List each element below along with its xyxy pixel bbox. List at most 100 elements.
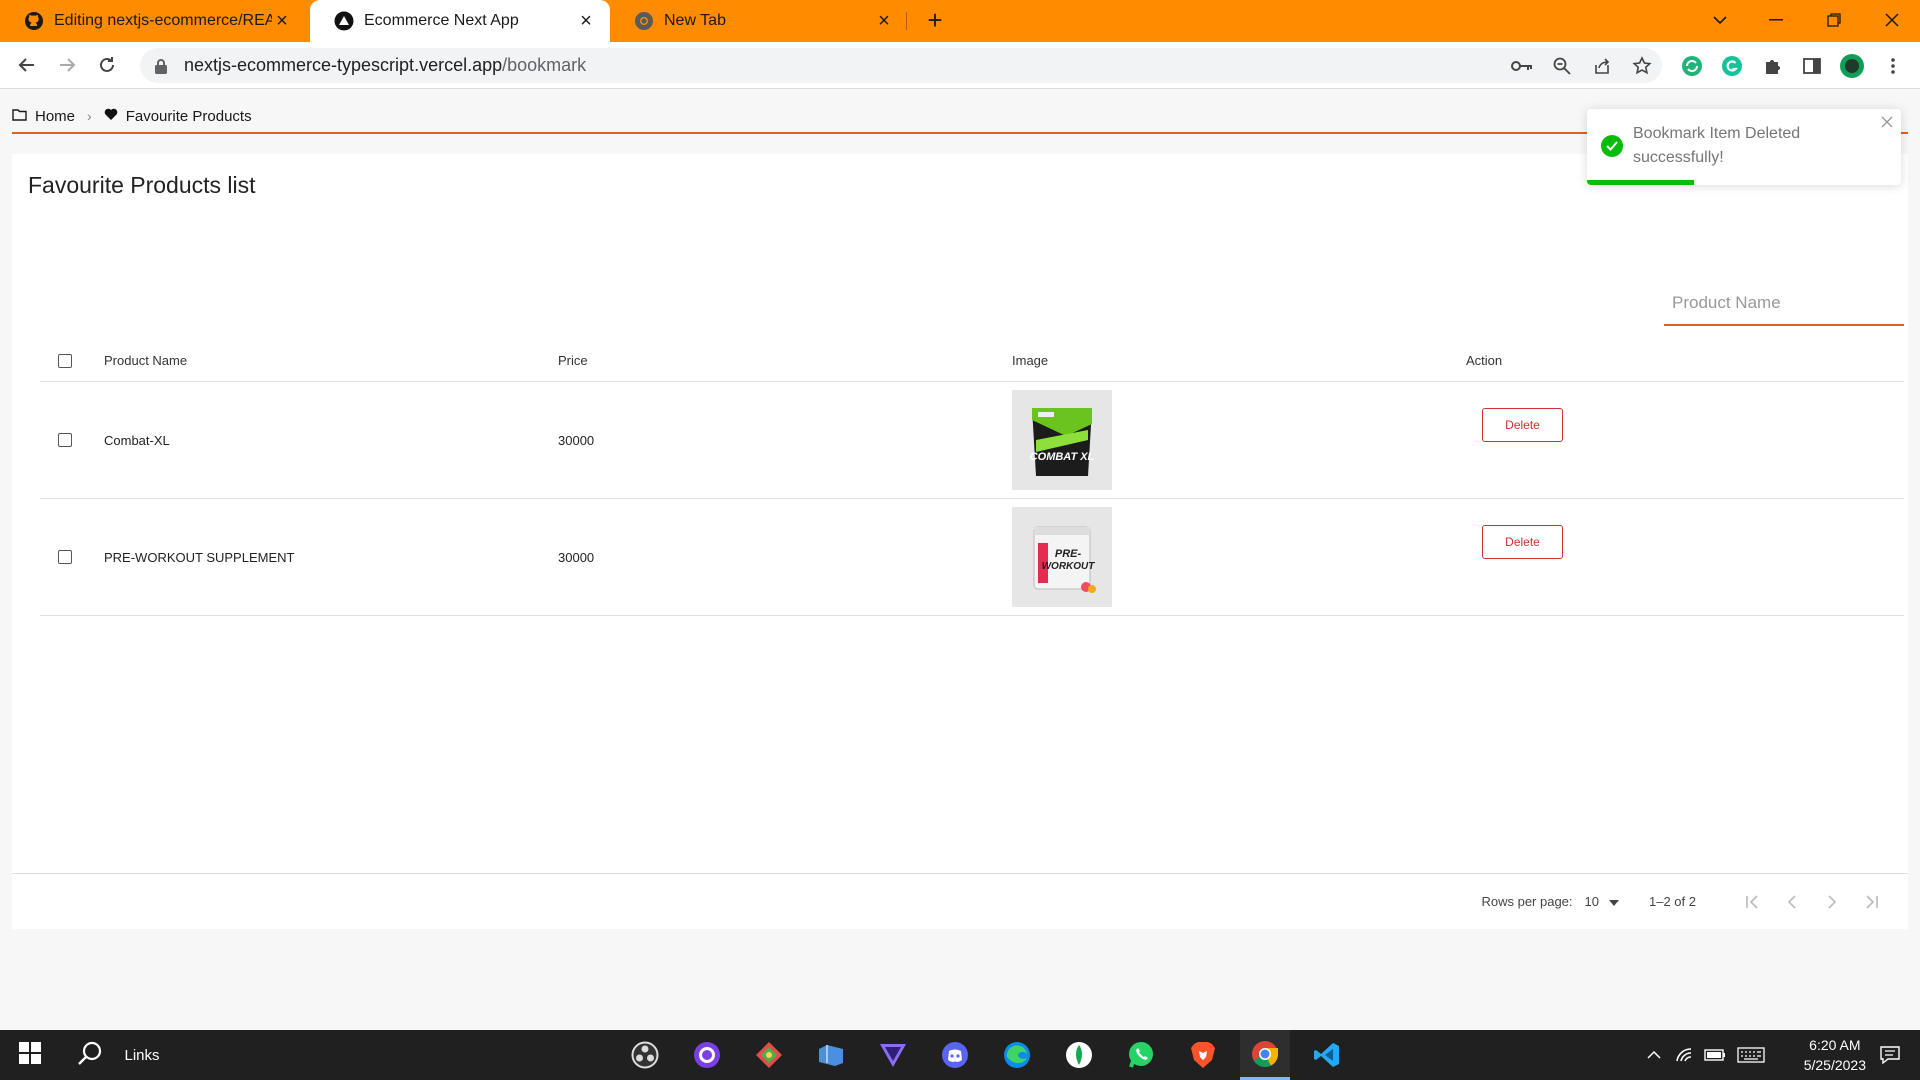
action-cell: Delete — [1466, 525, 1563, 559]
svg-text:COMBAT XL: COMBAT XL — [1030, 451, 1095, 463]
chrome-icon — [634, 11, 654, 31]
side-panel-icon[interactable] — [1799, 53, 1825, 79]
tab-divider — [906, 12, 907, 30]
pre-workout-product-image: PRE- WORKOUT — [1012, 507, 1112, 607]
windows-taskbar: Links 6:20 AM 5/25/2023 — [0, 1030, 1920, 1080]
bookmark-star-icon[interactable] — [1630, 54, 1654, 78]
vscode-icon[interactable] — [1302, 1030, 1352, 1080]
github-desktop-icon[interactable] — [682, 1030, 732, 1080]
taskbar-search-button[interactable] — [72, 1030, 108, 1080]
close-icon[interactable]: × — [272, 11, 292, 31]
previous-page-icon[interactable] — [1772, 882, 1812, 922]
row-checkbox[interactable] — [58, 550, 72, 564]
system-clock[interactable]: 6:20 AM 5/25/2023 — [1804, 1035, 1866, 1075]
column-header-price[interactable]: Price — [558, 340, 588, 381]
tab-new-tab[interactable]: New Tab × — [610, 0, 908, 42]
taskbar-search-label[interactable]: Links — [122, 1030, 162, 1080]
price-cell: 30000 — [558, 432, 595, 448]
chevron-up-icon[interactable] — [1642, 1030, 1666, 1080]
url-host: nextjs-ecommerce-typescript.vercel.app — [184, 55, 503, 75]
tab-title: New Tab — [664, 12, 726, 29]
breadcrumb-home[interactable]: Home — [12, 108, 75, 125]
breadcrumb-current-label: Favourite Products — [125, 107, 252, 125]
heart-icon — [104, 108, 118, 125]
keyboard-icon[interactable] — [1734, 1030, 1768, 1080]
restore-button[interactable] — [1806, 0, 1862, 40]
next-page-icon[interactable] — [1812, 882, 1852, 922]
address-bar[interactable]: nextjs-ecommerce-typescript.vercel.app/b… — [140, 48, 1662, 83]
chevron-right-icon: › — [87, 108, 92, 124]
close-icon[interactable] — [1881, 115, 1893, 133]
column-header-image[interactable]: Image — [1012, 340, 1048, 381]
folder-icon — [12, 108, 27, 125]
back-arrow-icon[interactable] — [14, 52, 40, 78]
file-explorer-icon[interactable] — [806, 1030, 856, 1080]
url-path: /bookmark — [502, 55, 587, 75]
select-all-checkbox[interactable] — [58, 353, 72, 368]
new-tab-button[interactable]: + — [922, 7, 948, 34]
git-kraken-icon[interactable] — [744, 1030, 794, 1080]
table-row: PRE-WORKOUT SUPPLEMENT 30000 PRE- WORKOU… — [40, 499, 1904, 616]
row-checkbox[interactable] — [58, 433, 72, 447]
whatsapp-icon[interactable] — [1116, 1030, 1166, 1080]
github-icon — [24, 11, 44, 31]
grammarly-icon[interactable] — [1719, 53, 1745, 79]
product-name-cell: Combat-XL — [104, 432, 170, 448]
caret-down-icon — [1609, 894, 1619, 909]
action-cell: Delete — [1466, 408, 1563, 442]
reload-icon[interactable] — [94, 52, 120, 78]
zoom-icon[interactable] — [1550, 54, 1574, 78]
tab-title: Editing nextjs-ecommerce/READM — [54, 12, 272, 29]
rows-per-page-select[interactable]: 10 — [1585, 894, 1619, 909]
first-page-icon[interactable] — [1732, 882, 1772, 922]
pagination-range: 1–2 of 2 — [1649, 894, 1696, 909]
key-icon[interactable] — [1510, 54, 1534, 78]
search-icon — [77, 1040, 103, 1071]
breadcrumb-current: Favourite Products — [104, 108, 252, 125]
browser-toolbar: nextjs-ecommerce-typescript.vercel.app/b… — [0, 42, 1920, 89]
extensions-puzzle-icon[interactable] — [1759, 53, 1785, 79]
proton-vpn-icon[interactable] — [868, 1030, 918, 1080]
mongodb-compass-icon[interactable] — [1054, 1030, 1104, 1080]
last-page-icon[interactable] — [1852, 882, 1892, 922]
column-header-action[interactable]: Action — [1466, 340, 1502, 381]
toast-notification: Bookmark Item Deleted successfully! — [1587, 109, 1901, 185]
rows-per-page-value: 10 — [1584, 894, 1599, 909]
close-window-button[interactable] — [1864, 0, 1920, 40]
image-cell: PRE- WORKOUT — [1012, 499, 1112, 615]
svg-text:PRE-: PRE- — [1055, 548, 1082, 560]
obs-studio-icon[interactable] — [620, 1030, 670, 1080]
tab-search-chevron-icon[interactable] — [1692, 0, 1748, 40]
image-cell: COMBAT XL — [1012, 382, 1112, 498]
extension-refresh-icon[interactable] — [1679, 53, 1705, 79]
select-all-cell — [58, 340, 72, 381]
delete-button[interactable]: Delete — [1482, 408, 1563, 442]
forward-arrow-icon[interactable] — [54, 52, 80, 78]
share-icon[interactable] — [1590, 54, 1614, 78]
menu-kebab-icon[interactable] — [1880, 53, 1906, 79]
discord-icon[interactable] — [930, 1030, 980, 1080]
minimize-button[interactable] — [1748, 0, 1804, 40]
search-input[interactable] — [1664, 282, 1904, 324]
lock-icon — [154, 58, 170, 74]
pagination: Rows per page: 10 1–2 of 2 — [1481, 874, 1892, 929]
delete-button[interactable]: Delete — [1482, 525, 1563, 559]
success-check-icon — [1601, 135, 1623, 157]
start-button[interactable] — [8, 1030, 52, 1080]
battery-icon[interactable] — [1702, 1030, 1728, 1080]
column-header-product-name[interactable]: Product Name — [104, 340, 187, 381]
toast-progress-bar — [1587, 180, 1694, 185]
close-icon[interactable]: × — [576, 11, 596, 31]
breadcrumb: Home › Favourite Products — [12, 104, 252, 128]
table-row: Combat-XL 30000 COMBAT XL Delete — [40, 382, 1904, 499]
tab-ecommerce-next-app[interactable]: Ecommerce Next App × — [310, 0, 610, 42]
wifi-icon[interactable] — [1672, 1030, 1698, 1080]
close-icon[interactable]: × — [874, 11, 894, 31]
tab-editing-readme[interactable]: Editing nextjs-ecommerce/READM × — [0, 0, 306, 42]
edge-icon[interactable] — [992, 1030, 1042, 1080]
profile-avatar[interactable] — [1839, 53, 1865, 79]
brave-browser-icon[interactable] — [1178, 1030, 1228, 1080]
chrome-taskbar-icon[interactable] — [1240, 1030, 1290, 1080]
favourites-card: Favourite Products list Product Name Pri… — [12, 154, 1908, 929]
notifications-icon[interactable] — [1866, 1030, 1914, 1080]
